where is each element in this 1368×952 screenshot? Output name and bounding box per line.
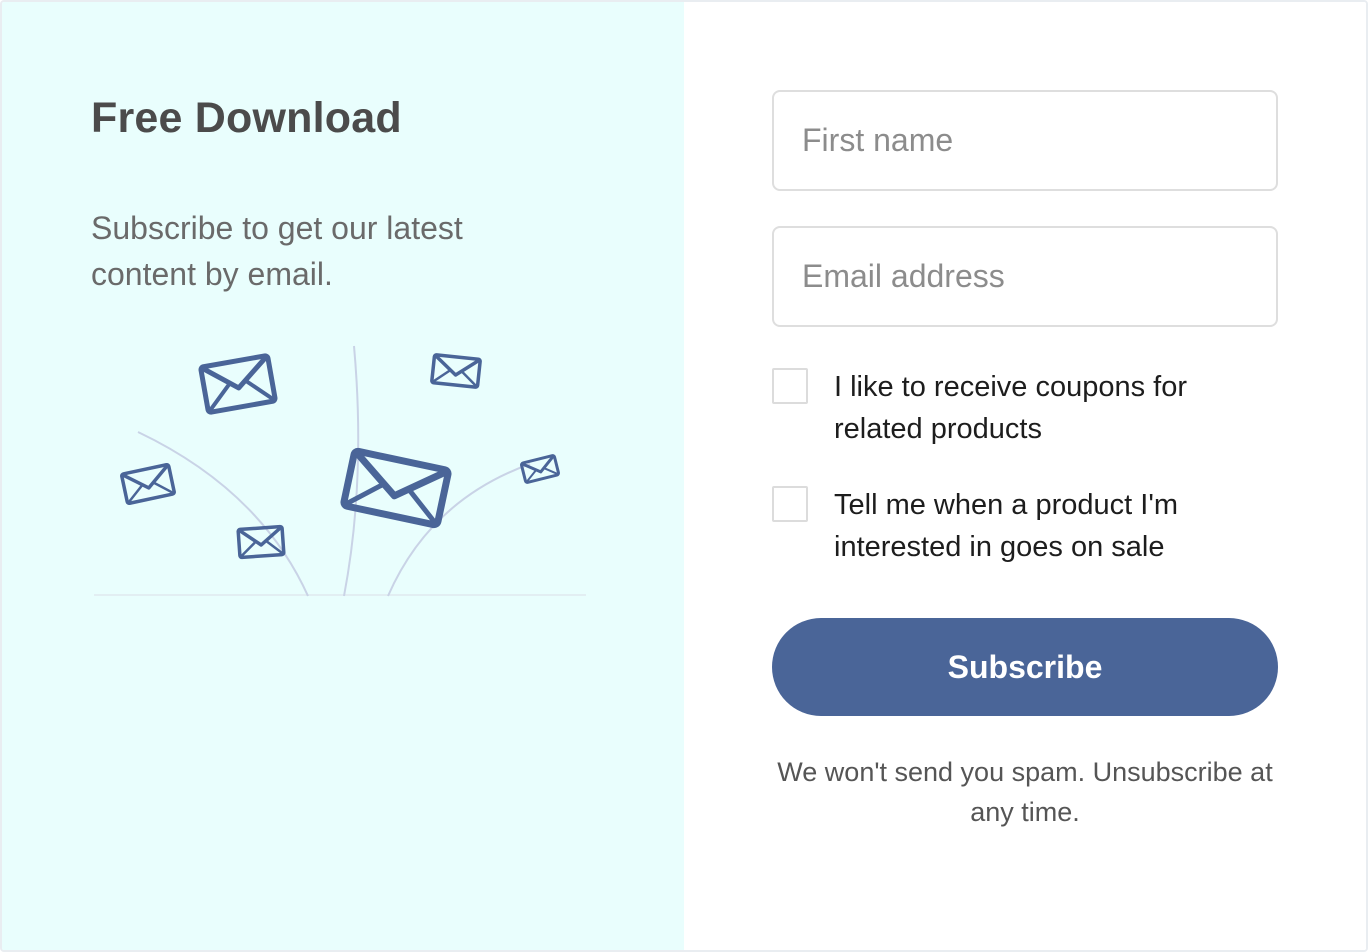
- coupons-checkbox[interactable]: [772, 368, 808, 404]
- promo-title: Free Download: [91, 94, 402, 142]
- envelope-icon: [340, 447, 452, 529]
- sale-alert-checkbox-label[interactable]: Tell me when a product I'm interested in…: [834, 484, 1254, 568]
- flying-envelopes-illustration: [94, 345, 586, 597]
- no-spam-note: We won't send you spam. Unsubscribe at a…: [777, 757, 1273, 827]
- signup-form-panel: I like to receive coupons for related pr…: [684, 2, 1366, 950]
- trail-curve-left: [137, 431, 309, 597]
- email-input[interactable]: [772, 226, 1278, 327]
- coupons-checkbox-label[interactable]: I like to receive coupons for related pr…: [834, 366, 1254, 450]
- promo-panel: Free Download Subscribe to get our lates…: [2, 2, 684, 950]
- envelope-icon: [520, 454, 560, 484]
- envelope-icon: [430, 353, 482, 389]
- trail-curve-right: [387, 463, 531, 597]
- envelope-icon: [198, 353, 278, 415]
- sale-alert-checkbox[interactable]: [772, 486, 808, 522]
- promo-subtitle: Subscribe to get our latest content by e…: [91, 210, 463, 292]
- subscribe-button[interactable]: Subscribe: [772, 618, 1278, 716]
- coupons-option[interactable]: I like to receive coupons for related pr…: [772, 366, 1278, 450]
- envelope-icon: [120, 462, 176, 506]
- subscribe-card: Free Download Subscribe to get our lates…: [0, 0, 1368, 952]
- sale-alert-option[interactable]: Tell me when a product I'm interested in…: [772, 484, 1278, 568]
- first-name-input[interactable]: [772, 90, 1278, 191]
